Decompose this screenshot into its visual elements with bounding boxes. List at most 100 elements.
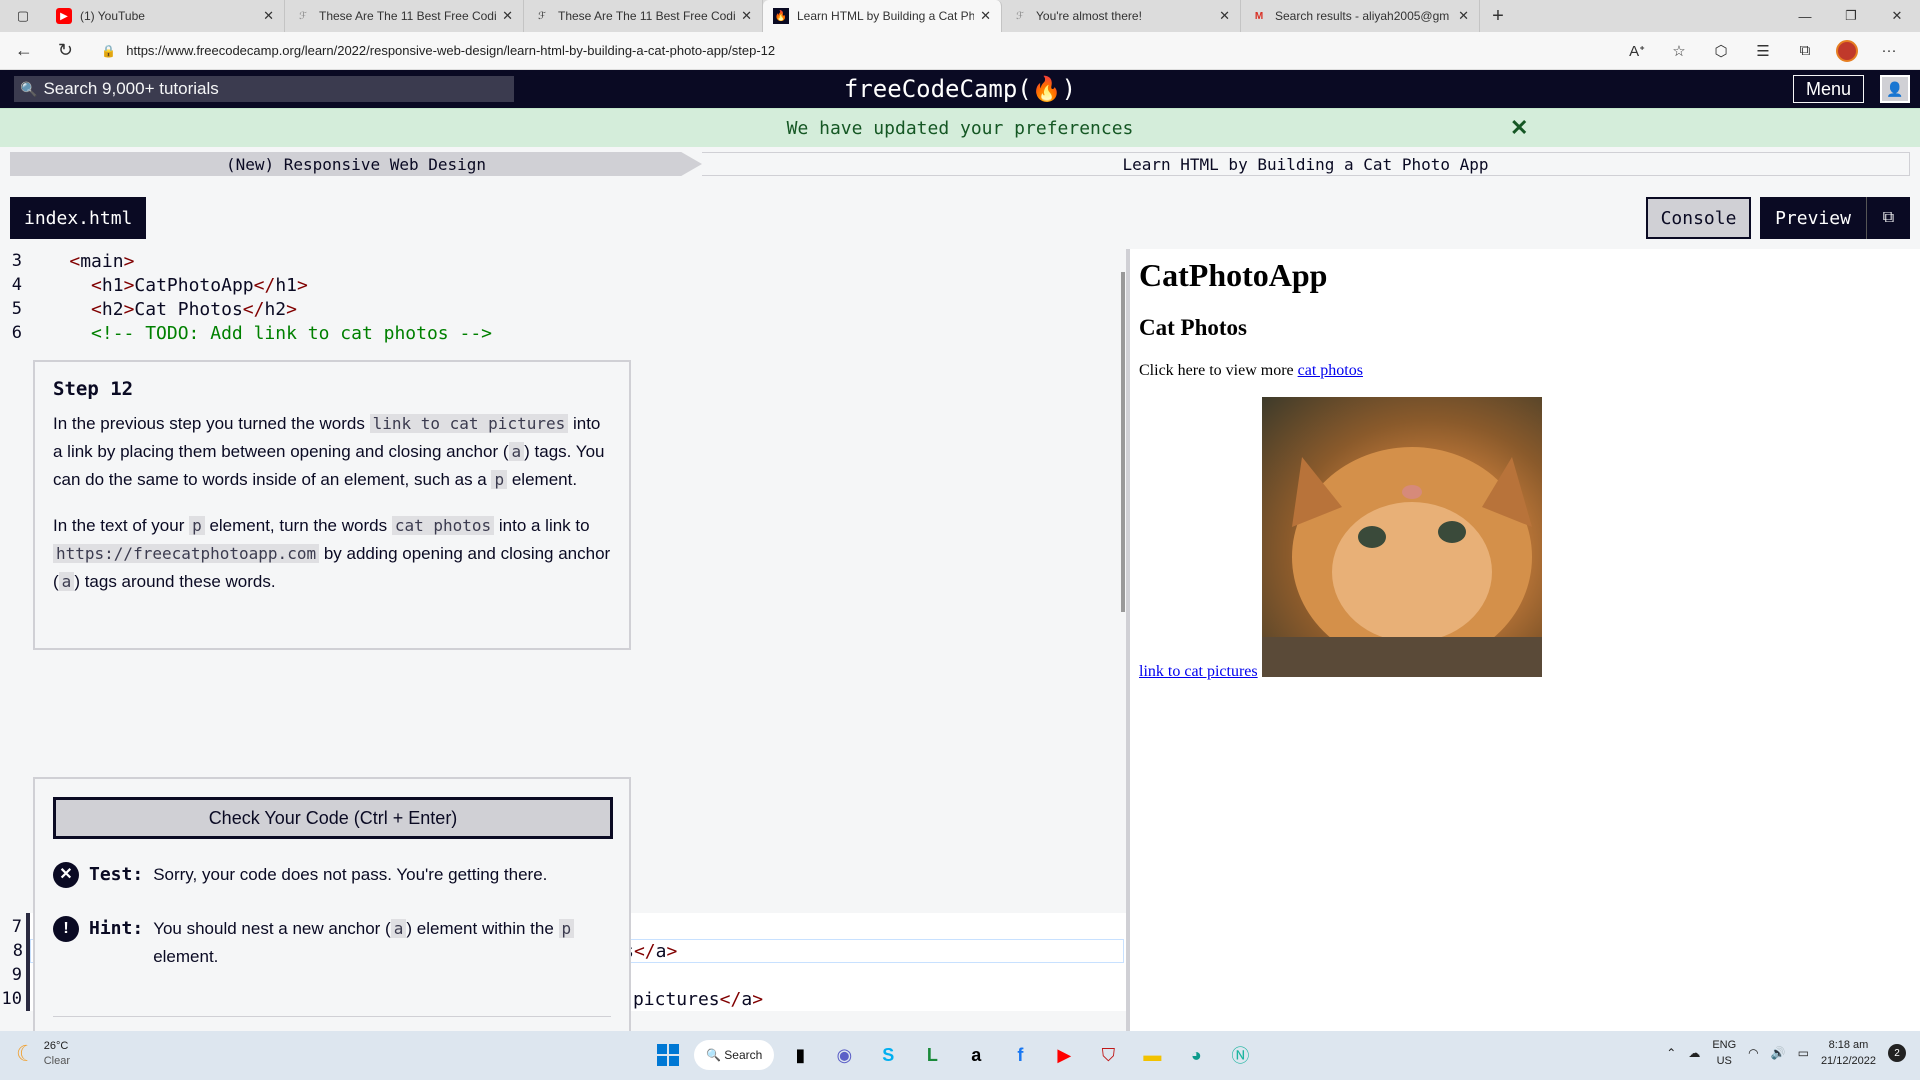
breadcrumb: (New) Responsive Web Design Learn HTML b… (10, 152, 1910, 176)
browser-tab-strip: ▢ ▶ (1) YouTube ✕ ℱ These Are The 11 Bes… (0, 0, 1920, 32)
browser-tab[interactable]: M Search results - aliyah2005@gm ✕ (1241, 0, 1480, 32)
test-panel: Check Your Code (Ctrl + Enter) ✕ Test: S… (33, 777, 631, 1037)
code-line[interactable]: 5 <h2>Cat Photos</h2> (0, 297, 1126, 321)
url-field[interactable]: 🔒 https://www.freecodecamp.org/learn/202… (91, 36, 1616, 66)
breadcrumb-project[interactable]: Learn HTML by Building a Cat Photo App (702, 152, 1910, 176)
close-window-icon[interactable]: ✕ (1874, 0, 1920, 32)
l-app-icon[interactable]: L (914, 1039, 950, 1071)
browser-tab[interactable]: ℱ These Are The 11 Best Free Codi ✕ (524, 0, 763, 32)
file-tab-index[interactable]: index.html (10, 197, 147, 239)
freecodecamp-icon: 🔥 (773, 8, 789, 24)
onedrive-icon[interactable]: ☁ (1688, 1046, 1700, 1060)
volume-icon[interactable]: 🔊 (1771, 1046, 1786, 1060)
system-tray: ⌃ ☁ ENG US ◠ 🔊 ▭ 8:18 am 21/12/2022 2 (1654, 1037, 1906, 1069)
mcafee-icon[interactable]: ⛉ (1090, 1039, 1126, 1071)
teams-icon[interactable]: ◉ (826, 1039, 862, 1071)
gmail-icon: M (1254, 10, 1264, 22)
clock[interactable]: 8:18 am 21/12/2022 (1821, 1037, 1876, 1069)
favorites-icon[interactable]: ☰ (1742, 40, 1784, 62)
edge-icon[interactable]: ◕ (1178, 1039, 1214, 1071)
step-title: Step 12 (53, 378, 134, 400)
minimize-icon[interactable]: — (1782, 0, 1828, 32)
cat-photo (1262, 397, 1542, 677)
address-bar: ← ↻ 🔒 https://www.freecodecamp.org/learn… (0, 32, 1920, 70)
close-icon[interactable]: ✕ (1510, 115, 1528, 141)
browser-tab-active[interactable]: 🔥 Learn HTML by Building a Cat Ph ✕ (763, 0, 1002, 32)
preview-cat-photos-link[interactable]: cat photos (1298, 362, 1363, 379)
code-line[interactable]: 3 <main> (0, 249, 1126, 273)
window-controls: — ❐ ✕ (1782, 0, 1920, 32)
close-icon[interactable]: ✕ (502, 8, 513, 24)
preview-cat-pictures-link[interactable]: link to cat pictures (1139, 663, 1258, 681)
step-paragraph-2: In the text of your p element, turn the … (53, 516, 611, 591)
preview-h2: Cat Photos (1139, 315, 1247, 340)
restore-icon[interactable]: ❐ (1828, 0, 1874, 32)
favorite-icon[interactable]: ☆ (1658, 40, 1700, 62)
back-icon[interactable]: ← (6, 35, 42, 67)
close-icon[interactable]: ✕ (980, 8, 991, 24)
wifi-icon[interactable]: ◠ (1748, 1046, 1758, 1060)
browser-tab[interactable]: ℱ These Are The 11 Best Free Codi ✕ (285, 0, 524, 32)
language-indicator[interactable]: ENG US (1712, 1037, 1736, 1069)
skype-icon[interactable]: S (870, 1039, 906, 1071)
hint-result: ! Hint: You should nest a new anchor (a)… (53, 915, 611, 971)
test-result: ✕ Test: Sorry, your code does not pass. … (53, 861, 611, 889)
moon-icon: ☾ (16, 1041, 36, 1066)
freecodecamp-icon: ℱ (299, 10, 307, 22)
n-app-icon[interactable]: Ⓝ (1222, 1039, 1258, 1071)
close-icon[interactable]: ✕ (263, 8, 274, 24)
check-code-button[interactable]: Check Your Code (Ctrl + Enter) (53, 797, 613, 839)
close-icon[interactable]: ✕ (741, 8, 752, 24)
lock-icon: 🔒 (101, 43, 117, 58)
taskbar-search[interactable]: 🔍 Search (694, 1040, 775, 1070)
step-description: Step 12 In the previous step you turned … (33, 360, 631, 650)
browser-tab[interactable]: ℱ You're almost there! ✕ (1002, 0, 1241, 32)
divider (53, 1016, 611, 1017)
preview-pane: CatPhotoApp Cat Photos Click here to vie… (1130, 249, 1920, 1031)
fcc-navbar: 🔍 Search 9,000+ tutorials freeCodeCamp(🔥… (0, 70, 1920, 108)
profile-icon[interactable] (1826, 39, 1868, 62)
search-icon: 🔍 (706, 1048, 725, 1062)
flash-text: We have updated your preferences (786, 117, 1134, 139)
avatar[interactable]: 👤 (1880, 75, 1910, 103)
editor-scrollbar[interactable] (1121, 272, 1125, 612)
youtube-icon[interactable]: ▶ (1046, 1039, 1082, 1071)
weather-widget[interactable]: ☾ 26°C Clear (16, 1039, 70, 1069)
tab-actions-icon[interactable]: ▢ (0, 0, 46, 32)
more-icon[interactable]: ··· (1868, 40, 1910, 62)
hint-label: Hint: (89, 918, 144, 939)
code-line[interactable]: 6 <!-- TODO: Add link to cat photos --> (0, 321, 1126, 345)
new-tab-icon[interactable]: + (1480, 0, 1516, 32)
facebook-icon[interactable]: f (1002, 1039, 1038, 1071)
preview-h1: CatPhotoApp (1139, 257, 1328, 293)
extensions-icon[interactable]: ⬡ (1700, 40, 1742, 62)
battery-icon[interactable]: ▭ (1798, 1046, 1809, 1060)
close-icon[interactable]: ✕ (1219, 8, 1230, 24)
popout-preview-icon[interactable]: ⧉ (1866, 197, 1910, 239)
hint-text: You should nest a new anchor (a) element… (153, 915, 593, 971)
refresh-icon[interactable]: ↻ (48, 35, 84, 67)
browser-tab[interactable]: ▶ (1) YouTube ✕ (46, 0, 285, 32)
notification-badge[interactable]: 2 (1888, 1044, 1906, 1062)
freecodecamp-icon: ℱ (538, 10, 546, 22)
amazon-icon[interactable]: a (958, 1039, 994, 1071)
task-view-icon[interactable]: ▮ (782, 1039, 818, 1071)
read-aloud-icon[interactable]: Aᐩ (1616, 40, 1658, 62)
chevron-up-icon[interactable]: ⌃ (1666, 1046, 1676, 1060)
search-icon: 🔍 (20, 80, 38, 97)
close-icon[interactable]: ✕ (1458, 8, 1469, 24)
collections-icon[interactable]: ⧉ (1784, 40, 1826, 62)
preview-button[interactable]: Preview (1760, 197, 1866, 239)
start-icon[interactable] (650, 1039, 686, 1071)
flash-message: We have updated your preferences ✕ (0, 108, 1920, 147)
hint-icon: ! (53, 916, 79, 942)
youtube-icon: ▶ (56, 8, 72, 24)
code-line[interactable]: 4 <h1>CatPhotoApp</h1> (0, 273, 1126, 297)
preview-paragraph: Click here to view more cat photos (1139, 362, 1363, 379)
fail-icon: ✕ (53, 862, 79, 888)
file-explorer-icon[interactable]: ▬ (1134, 1039, 1170, 1071)
console-button[interactable]: Console (1646, 197, 1751, 239)
search-input[interactable]: 🔍 Search 9,000+ tutorials (14, 76, 514, 102)
breadcrumb-course[interactable]: (New) Responsive Web Design (10, 152, 702, 176)
menu-button[interactable]: Menu (1792, 75, 1864, 103)
